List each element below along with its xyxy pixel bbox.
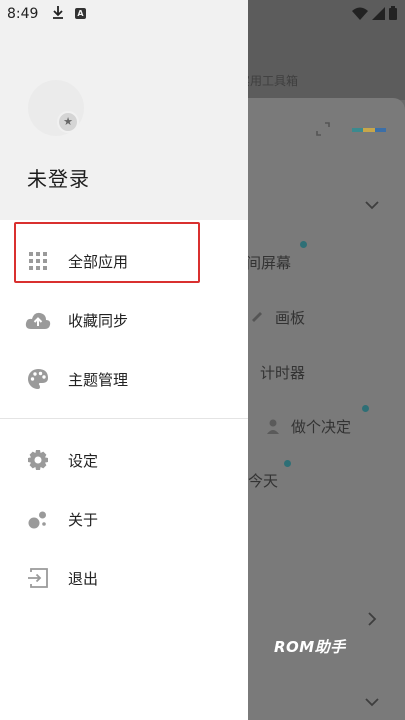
bg-tool-dot [362, 405, 369, 412]
grid-icon [24, 247, 52, 275]
palette-icon [24, 365, 52, 393]
menu-item-favorites-sync[interactable]: 收藏同步 [0, 294, 248, 346]
login-status[interactable]: 未登录 [27, 163, 90, 192]
cloud-upload-icon [24, 306, 52, 334]
star-icon: ★ [57, 111, 79, 133]
chevron-down-icon [365, 692, 379, 711]
divider [0, 418, 248, 419]
menu-item-label: 收藏同步 [68, 311, 129, 330]
menu-item-settings[interactable]: 设定 [0, 434, 248, 486]
bg-tool-drawing: 画板 [275, 309, 306, 327]
status-icons [352, 6, 397, 20]
status-time: 8:49 [7, 6, 39, 22]
menu-item-label: 退出 [68, 569, 99, 588]
status-bar: 8:49 A [0, 0, 405, 30]
bg-tool-today: 今天 [248, 472, 279, 490]
pencil-icon [250, 308, 264, 326]
bg-tool-dot [284, 460, 291, 467]
exit-icon [24, 564, 52, 592]
bubbles-icon [24, 505, 52, 533]
color-bar [352, 128, 386, 132]
bg-tool-screen: 间屏幕 [246, 254, 292, 272]
gear-icon [24, 446, 52, 474]
a-app-icon: A [75, 8, 86, 19]
expand-icon [316, 122, 330, 136]
download-icon [52, 5, 64, 23]
signal-icon [372, 6, 385, 20]
bg-tool-dot [300, 241, 307, 248]
menu-item-about[interactable]: 关于 [0, 493, 248, 545]
chevron-down-icon [365, 195, 379, 214]
menu-item-label: 全部应用 [68, 252, 129, 271]
menu-item-label: 设定 [68, 451, 99, 470]
wifi-icon [352, 7, 368, 20]
menu-item-exit[interactable]: 退出 [0, 552, 248, 604]
person-icon [266, 418, 280, 438]
background-card [232, 98, 405, 720]
watermark: ROM助手 [274, 638, 346, 656]
menu-item-theme[interactable]: 主题管理 [0, 353, 248, 405]
menu-item-all-apps[interactable]: 全部应用 [0, 235, 248, 287]
menu-item-label: 关于 [68, 510, 99, 529]
menu-item-label: 主题管理 [68, 370, 129, 389]
bg-tool-timer: 计时器 [260, 364, 306, 382]
navigation-drawer: ★ 未登录 全部应用 收藏同步 主题管理 设定 关于 退出 [0, 0, 248, 720]
battery-icon [389, 6, 397, 20]
bg-tool-decide: 做个决定 [291, 418, 352, 436]
chevron-right-icon [367, 611, 377, 630]
